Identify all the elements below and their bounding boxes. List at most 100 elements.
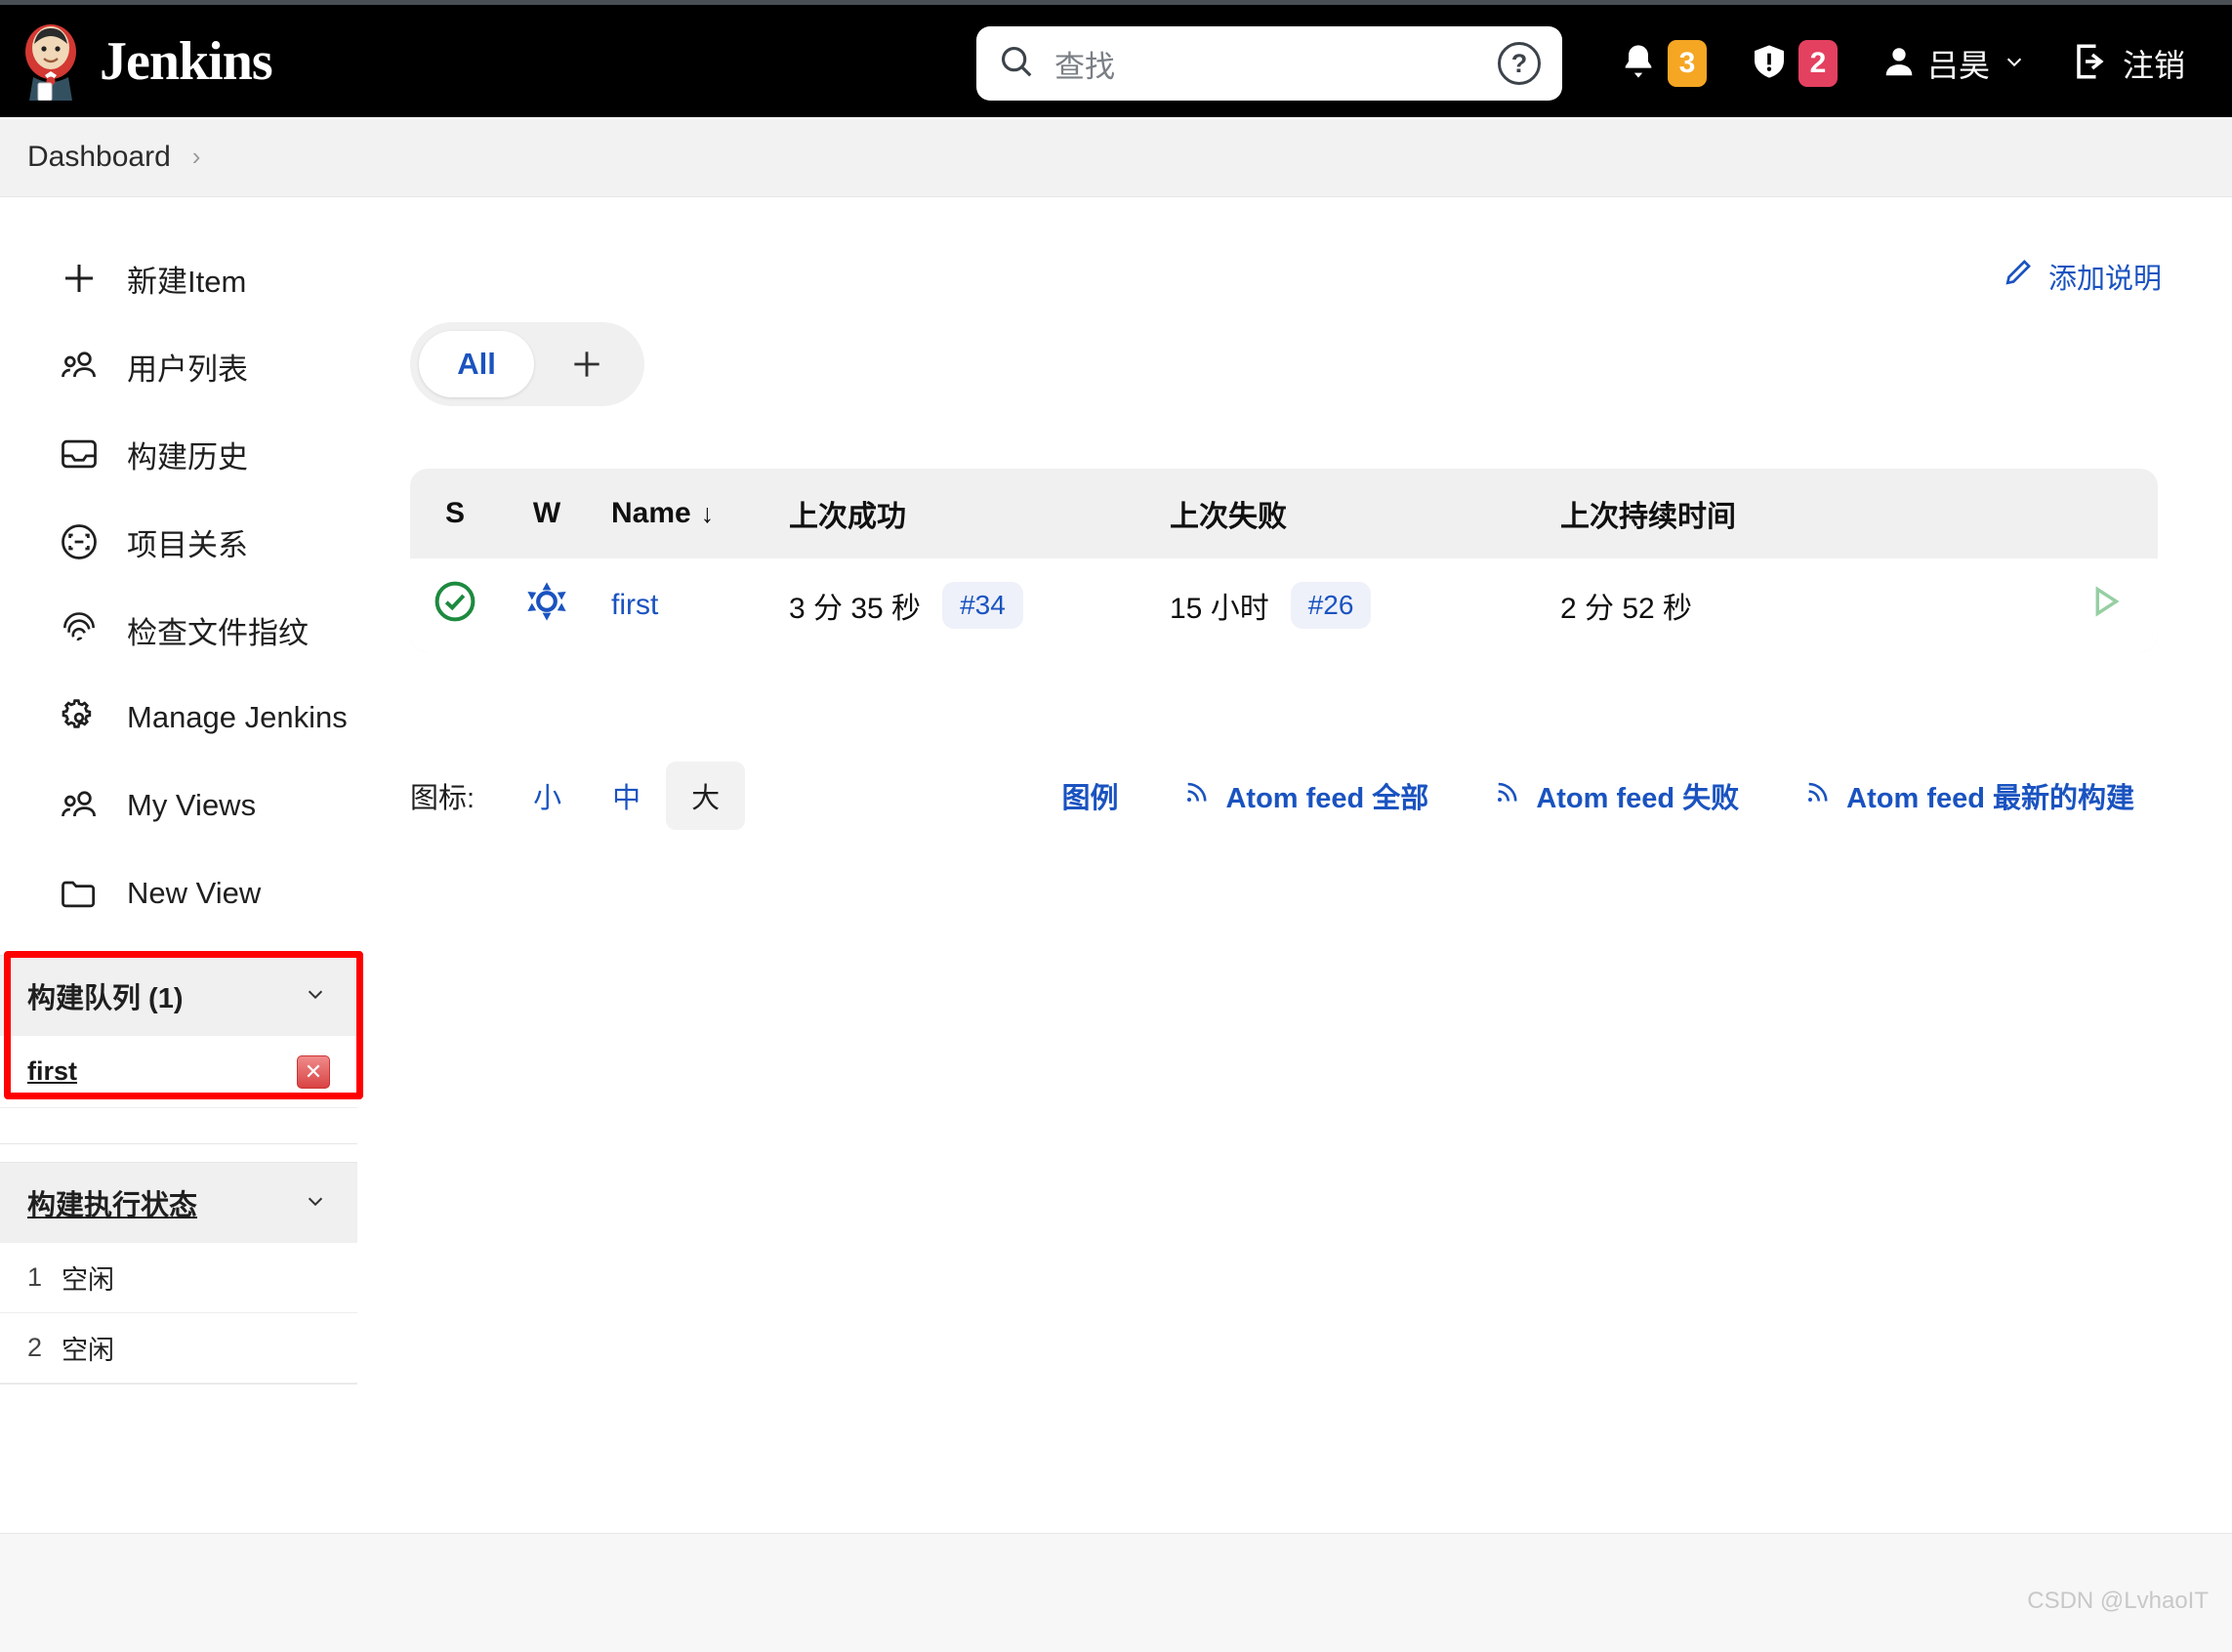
fingerprint-icon — [57, 607, 102, 652]
job-build-action-cell — [2050, 579, 2158, 632]
atom-feed-latest-link[interactable]: Atom feed 最新的构建 — [1803, 775, 2134, 816]
icon-size-large[interactable]: 大 — [666, 762, 746, 830]
app-header: Jenkins 查找 ? 3 2 吕昊 注销 — [0, 0, 2232, 117]
job-name-cell: first — [594, 589, 789, 622]
sidebar-item-label: 检查文件指纹 — [127, 615, 309, 650]
sidebar-item-label: Manage Jenkins — [127, 700, 348, 734]
user-menu-button[interactable]: 吕昊 — [1859, 5, 2050, 122]
chevron-down-icon[interactable] — [301, 981, 330, 1012]
notifications-button[interactable]: 3 — [1597, 5, 1728, 122]
build-queue-footer — [0, 1108, 357, 1143]
executor-number: 1 — [27, 1262, 43, 1292]
sidebar-item-my-views[interactable]: My Views — [0, 762, 371, 849]
security-count-badge: 2 — [1798, 40, 1838, 87]
page-footer — [0, 1533, 2232, 1652]
chevron-down-icon — [2000, 51, 2029, 77]
logout-button[interactable]: 注销 — [2050, 5, 2207, 122]
inbox-icon — [57, 432, 102, 476]
add-description-label: 添加说明 — [2047, 264, 2162, 295]
sidebar-item-label: 构建历史 — [127, 439, 248, 475]
atom-feed-failures-link[interactable]: Atom feed 失败 — [1493, 775, 1739, 816]
column-header-last-duration[interactable]: 上次持续时间 — [1560, 492, 2050, 535]
tab-all[interactable]: All — [419, 331, 534, 397]
column-header-name-label: Name — [611, 497, 691, 529]
last-success-time: 3 分 35 秒 — [789, 593, 922, 625]
job-link[interactable]: first — [611, 589, 658, 621]
icon-size-small[interactable]: 小 — [508, 762, 587, 830]
rss-icon — [1803, 777, 1833, 814]
watermark: CSDN @LvhaoIT — [2027, 1588, 2209, 1614]
executor-row: 1 空闲 — [0, 1243, 357, 1313]
executor-status-header[interactable]: 构建执行状态 — [0, 1163, 357, 1243]
build-queue-item[interactable]: first ✕ — [0, 1036, 357, 1108]
rss-icon — [1493, 777, 1522, 814]
atom-feed-failures-label: Atom feed 失败 — [1536, 783, 1740, 814]
build-queue-item-link[interactable]: first — [27, 1056, 77, 1087]
gear-icon — [57, 695, 102, 740]
add-view-button[interactable] — [538, 331, 636, 397]
atom-feed-latest-label: Atom feed 最新的构建 — [1846, 783, 2134, 814]
build-queue-header[interactable]: 构建队列 (1) — [0, 956, 357, 1036]
job-last-failure-cell: 15 小时 #26 — [1170, 582, 1560, 629]
search-box[interactable]: 查找 ? — [976, 26, 1562, 101]
sidebar-item-manage-jenkins[interactable]: Manage Jenkins — [0, 674, 371, 762]
sunny-icon[interactable] — [523, 578, 570, 633]
close-icon[interactable]: ✕ — [297, 1054, 330, 1089]
feed-links: 图例 Atom feed 全部 Atom feed 失败 Atom feed 最… — [1061, 775, 2158, 816]
jobs-table-header: S W Name ↓ 上次成功 上次失败 上次持续时间 — [410, 469, 2158, 558]
executor-status-label: 空闲 — [62, 1336, 115, 1365]
brand-home-link[interactable]: Jenkins — [18, 22, 273, 101]
breadcrumb-item-dashboard[interactable]: Dashboard — [27, 141, 171, 174]
logout-icon — [2072, 41, 2113, 87]
jenkins-logo-icon — [18, 22, 84, 101]
column-header-weather[interactable]: W — [500, 497, 594, 530]
chevron-down-icon[interactable] — [301, 1188, 330, 1218]
notifications-count-badge: 3 — [1667, 40, 1707, 87]
icon-size-label: 图标: — [410, 783, 475, 814]
user-name-label: 吕昊 — [1926, 48, 1990, 83]
sidebar-item-build-history[interactable]: 构建历史 — [0, 410, 371, 498]
brand-title: Jenkins — [100, 30, 273, 92]
search-input[interactable]: 查找 — [1054, 42, 1498, 86]
last-failure-time: 15 小时 — [1170, 593, 1269, 625]
sidebar-item-new-view[interactable]: New View — [0, 849, 371, 937]
column-header-last-success[interactable]: 上次成功 — [789, 492, 1170, 535]
logout-label: 注销 — [2122, 48, 2185, 83]
jobs-table: S W Name ↓ 上次成功 上次失败 上次持续时间 first 3 分 35… — [410, 469, 2158, 652]
last-failure-build-link[interactable]: #26 — [1290, 582, 1372, 629]
sidebar-item-label: My Views — [127, 788, 257, 822]
view-tabs: All — [410, 322, 644, 406]
icon-size-medium[interactable]: 中 — [587, 762, 666, 830]
job-last-duration-cell: 2 分 52 秒 — [1560, 593, 1693, 625]
add-description-link[interactable]: 添加说明 — [2002, 256, 2162, 297]
people-icon — [57, 783, 102, 828]
sidebar-item-label: 项目关系 — [127, 527, 248, 562]
atom-feed-all-label: Atom feed 全部 — [1225, 783, 1429, 814]
pencil-icon — [2002, 256, 2035, 297]
shield-alert-icon — [1750, 39, 1789, 89]
last-success-build-link[interactable]: #34 — [942, 582, 1023, 629]
security-button[interactable]: 2 — [1728, 5, 1859, 122]
job-weather-cell — [500, 578, 594, 633]
success-check-icon[interactable] — [432, 578, 478, 633]
legend-link[interactable]: 图例 — [1061, 775, 1118, 816]
column-header-status[interactable]: S — [410, 497, 500, 530]
play-icon[interactable] — [2082, 579, 2127, 632]
table-row: first 3 分 35 秒 #34 15 小时 #26 2 分 52 秒 — [410, 558, 2158, 652]
people-icon — [57, 344, 102, 389]
sidebar-item-users[interactable]: 用户列表 — [0, 322, 371, 410]
help-circle-icon[interactable]: ? — [1498, 42, 1541, 85]
chevron-right-icon: › — [191, 142, 201, 171]
sidebar-item-project-relationship[interactable]: 项目关系 — [0, 498, 371, 586]
sidebar-item-fingerprint[interactable]: 检查文件指纹 — [0, 586, 371, 674]
person-icon — [1881, 41, 1918, 87]
sidebar-item-label: New View — [127, 876, 262, 910]
sidebar-item-new-item[interactable]: 新建Item — [0, 234, 371, 322]
column-header-last-failure[interactable]: 上次失败 — [1170, 492, 1560, 535]
executor-number: 2 — [27, 1333, 43, 1362]
job-last-success-cell: 3 分 35 秒 #34 — [789, 582, 1170, 629]
sidebar-item-label: 新建Item — [127, 264, 247, 299]
atom-feed-all-link[interactable]: Atom feed 全部 — [1182, 775, 1428, 816]
column-header-name[interactable]: Name ↓ — [594, 497, 789, 530]
plus-icon — [57, 256, 102, 301]
